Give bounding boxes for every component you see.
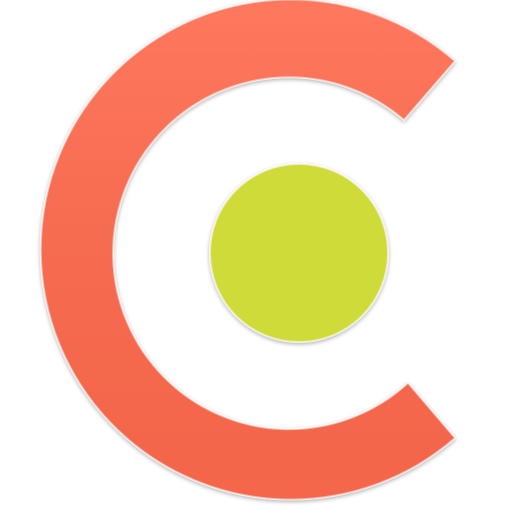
center-dot-shape [209,163,389,343]
c-with-dot-logo-icon [39,0,457,501]
app-icon-canvas [0,0,512,512]
